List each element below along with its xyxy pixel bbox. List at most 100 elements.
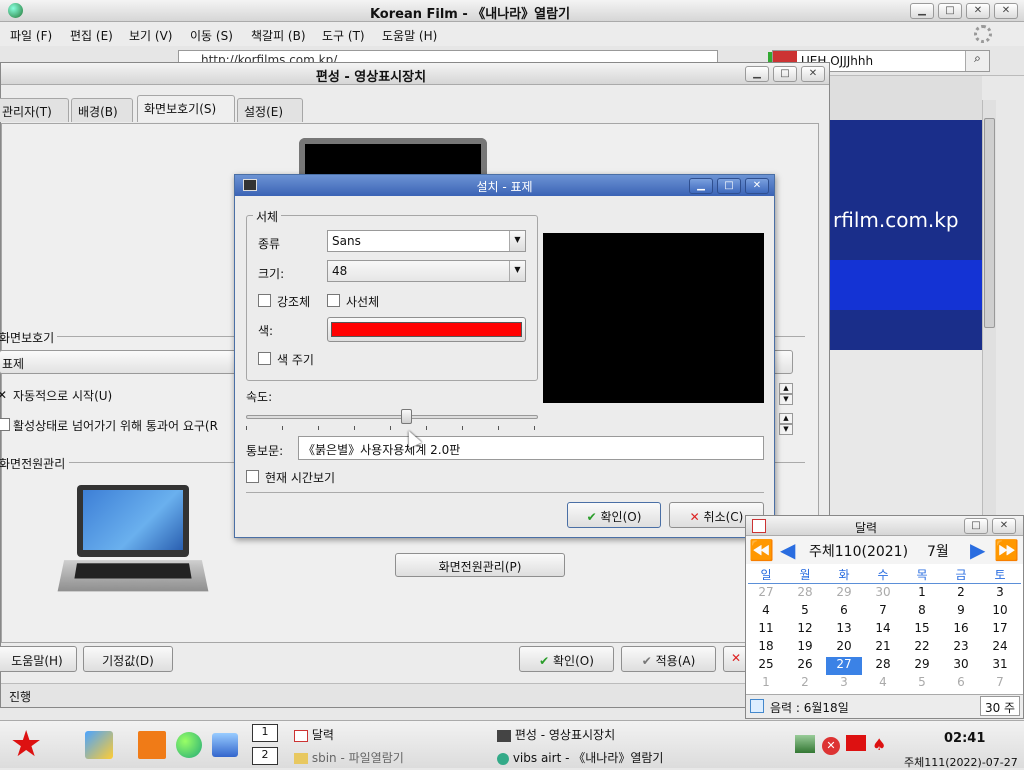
search-icon[interactable]: ⌕ <box>965 51 989 71</box>
italic-checkbox[interactable] <box>327 294 340 307</box>
browser-minimize-button[interactable]: ▁ <box>910 3 934 19</box>
browser-close-button[interactable]: ✕ <box>966 3 990 19</box>
calendar-day[interactable]: 22 <box>904 639 940 657</box>
size-dropdown-icon[interactable]: ▼ <box>509 261 525 281</box>
calendar-day[interactable]: 7 <box>865 603 901 621</box>
calendar-day[interactable]: 26 <box>787 657 823 675</box>
setup-ok-button[interactable]: ✔ 확인(O) <box>567 502 661 528</box>
family-select[interactable]: Sans ▼ <box>327 230 526 252</box>
calendar-day[interactable]: 19 <box>787 639 823 657</box>
calendar-day[interactable]: 14 <box>865 621 901 639</box>
power-manage-button[interactable]: 화면전원관리(P) <box>395 553 565 577</box>
calendar-day[interactable]: 1 <box>748 675 784 693</box>
calendar-day[interactable]: 20 <box>826 639 862 657</box>
calendar-day[interactable]: 16 <box>943 621 979 639</box>
apply-button[interactable]: ✔ 적용(A) <box>621 646 716 672</box>
menu-view[interactable]: 보기 (V) <box>129 27 172 44</box>
calendar-day[interactable]: 11 <box>748 621 784 639</box>
task-browser[interactable]: vibs airt - 《내나라》열람기 <box>497 749 663 766</box>
alert-tray-icon[interactable]: ♠ <box>872 735 886 754</box>
browser-extra-button[interactable]: ✕ <box>994 3 1018 19</box>
display-settings-titlebar[interactable]: 편성 - 영상표시장치 ▁ □ ✕ <box>1 63 829 85</box>
size-select[interactable]: 48 ▼ <box>327 260 526 282</box>
calendar-day[interactable]: 4 <box>865 675 901 693</box>
menu-help[interactable]: 도움말 (H) <box>382 27 437 44</box>
give-color-checkbox[interactable] <box>258 352 271 365</box>
color-button[interactable] <box>327 317 526 342</box>
calendar-day[interactable]: 30 <box>943 657 979 675</box>
workspace-switcher-1[interactable]: 1 <box>252 724 278 742</box>
tab-screensaver[interactable]: 화면보호기(S) <box>137 95 235 122</box>
task-display-settings[interactable]: 편성 - 영상표시장치 <box>497 726 615 743</box>
office-icon[interactable] <box>85 731 113 759</box>
menu-go[interactable]: 이동 (S) <box>190 27 233 44</box>
calendar-day[interactable]: 5 <box>787 603 823 621</box>
calendar-day[interactable]: 23 <box>943 639 979 657</box>
calendar-day[interactable]: 15 <box>904 621 940 639</box>
calendar-maximize-button[interactable]: □ <box>964 518 988 534</box>
calendar-titlebar[interactable]: 달력 □ ✕ <box>746 516 1023 536</box>
message-field[interactable]: 《붉은별》사용자용체계 2.0판 <box>298 436 764 460</box>
calendar-day[interactable]: 7 <box>982 675 1018 693</box>
tab-manager[interactable]: 관리자(T) <box>0 98 69 122</box>
calendar-day[interactable]: 12 <box>787 621 823 639</box>
display-ok-button[interactable]: ✔ 확인(O) <box>519 646 614 672</box>
calendar-day[interactable]: 17 <box>982 621 1018 639</box>
show-time-checkbox[interactable] <box>246 470 259 483</box>
calendar-day[interactable]: 21 <box>865 639 901 657</box>
browser-globe-launcher-icon[interactable] <box>176 732 202 758</box>
calendar-day[interactable]: 6 <box>943 675 979 693</box>
calendar-day[interactable]: 29 <box>904 657 940 675</box>
calendar-day[interactable]: 30 <box>865 585 901 603</box>
calendar-day[interactable]: 28 <box>865 657 901 675</box>
calendar-day[interactable]: 13 <box>826 621 862 639</box>
help-button[interactable]: 도움말(H) <box>0 646 77 672</box>
calendar-day[interactable]: 2 <box>787 675 823 693</box>
default-button[interactable]: 기정값(D) <box>83 646 173 672</box>
network-tray-icon[interactable] <box>795 735 815 753</box>
bold-checkbox[interactable] <box>258 294 271 307</box>
calendar-day[interactable]: 3 <box>982 585 1018 603</box>
clock-time[interactable]: 02:41 <box>944 731 985 746</box>
volume-muted-tray-icon[interactable]: ✕ <box>822 737 840 755</box>
calendar-day[interactable]: 28 <box>787 585 823 603</box>
calendar-day[interactable]: 24 <box>982 639 1018 657</box>
display-maximize-button[interactable]: □ <box>773 66 797 82</box>
setup-dialog-titlebar[interactable]: 설치 - 표제 ▁ □ ✕ <box>235 175 774 196</box>
flag-tray-icon[interactable] <box>846 735 866 751</box>
speed-slider-handle[interactable] <box>400 409 412 424</box>
auto-start-checkbox[interactable]: ✕ <box>0 388 10 402</box>
calendar-day[interactable]: 31 <box>982 657 1018 675</box>
archive-icon[interactable] <box>138 731 166 759</box>
calendar-day[interactable]: 18 <box>748 639 784 657</box>
calendar-day[interactable]: 29 <box>826 585 862 603</box>
calendar-day[interactable]: 2 <box>943 585 979 603</box>
display-minimize-button[interactable]: ▁ <box>745 66 769 82</box>
calendar-day[interactable]: 9 <box>943 603 979 621</box>
task-file-browser[interactable]: sbin - 파일열람기 <box>294 749 404 766</box>
browser-scroll-thumb[interactable] <box>984 118 995 328</box>
spinner-up-1[interactable]: ▲ <box>779 383 793 394</box>
spinner-down-1[interactable]: ▼ <box>779 394 793 405</box>
calendar-day[interactable]: 6 <box>826 603 862 621</box>
next-month-icon[interactable]: ▶ <box>970 538 985 562</box>
calendar-day[interactable]: 4 <box>748 603 784 621</box>
browser-titlebar[interactable]: Korean Film - 《내나라》열람기 ▁ □ ✕ ✕ <box>0 0 1024 22</box>
menu-bookmarks[interactable]: 책갈피 (B) <box>251 27 306 44</box>
calendar-day[interactable]: 25 <box>748 657 784 675</box>
calendar-day[interactable]: 8 <box>904 603 940 621</box>
speed-slider-track[interactable] <box>246 415 538 419</box>
calendar-day[interactable]: 27 <box>826 657 862 675</box>
display-close-button[interactable]: ✕ <box>801 66 825 82</box>
spinner-up-2[interactable]: ▲ <box>779 413 793 424</box>
require-password-checkbox[interactable] <box>0 418 10 431</box>
workspace-switcher-2[interactable]: 2 <box>252 747 278 765</box>
task-calendar[interactable]: 달력 <box>294 726 334 743</box>
red-star-menu-icon[interactable]: ★ <box>10 725 68 765</box>
setup-minimize-button[interactable]: ▁ <box>689 178 713 194</box>
menu-file[interactable]: 파일 (F) <box>10 27 52 44</box>
tab-background[interactable]: 배경(B) <box>71 98 133 122</box>
setup-maximize-button[interactable]: □ <box>717 178 741 194</box>
setup-close-button[interactable]: ✕ <box>745 178 769 194</box>
prev-month-icon[interactable]: ◀ <box>780 538 795 562</box>
